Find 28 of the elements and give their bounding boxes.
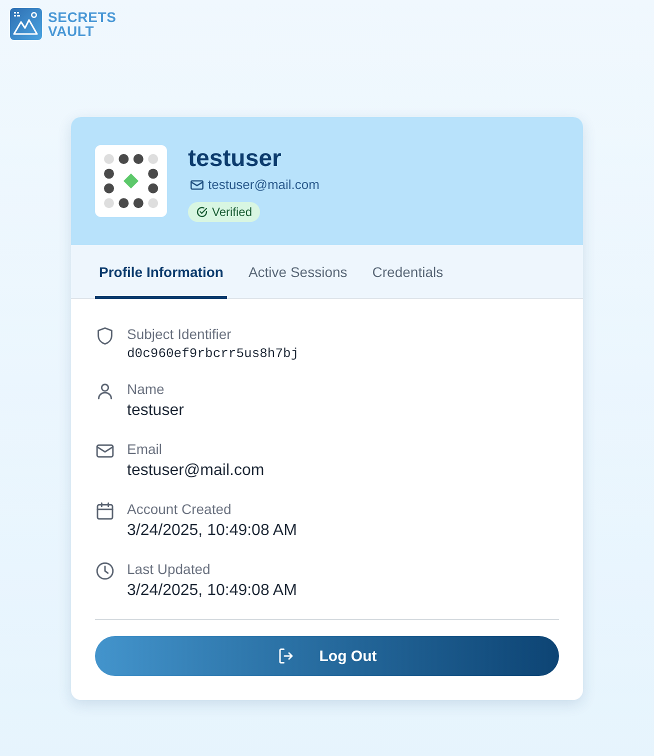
avatar-pattern-icon	[95, 145, 167, 217]
logo-mountain-icon	[10, 8, 42, 40]
clock-icon	[95, 561, 115, 581]
field-value: testuser@mail.com	[127, 461, 264, 481]
field-value: 3/24/2025, 10:49:08 AM	[127, 581, 297, 601]
field-label: Email	[127, 440, 164, 459]
field-label: Subject Identifier	[127, 325, 232, 344]
tab[interactable]: Credentials	[368, 245, 448, 299]
logo-text: SECRETS	[48, 10, 116, 24]
logout-button[interactable]: Log Out	[95, 636, 559, 676]
field-value: 3/24/2025, 10:49:08 AM	[127, 521, 297, 541]
shield-icon	[95, 326, 115, 346]
field-label: Last Updated	[127, 560, 212, 579]
field-label: Name	[127, 380, 166, 399]
field-value: d0c960ef9rbcrr5us8h7bj	[127, 345, 299, 363]
username-title: testuser	[188, 145, 282, 173]
tab[interactable]: Active Sessions	[244, 245, 352, 299]
tab[interactable]: Profile Information	[95, 245, 228, 299]
verified-badge: Verified	[188, 202, 260, 222]
mail-icon	[190, 178, 204, 192]
user-icon	[95, 381, 115, 401]
field-label: Account Created	[127, 500, 232, 519]
calendar-icon	[95, 501, 115, 521]
logo-text: VAULT	[48, 24, 96, 38]
field-value: testuser	[127, 401, 184, 421]
logout-icon	[277, 647, 296, 665]
user-email: testuser@mail.com	[208, 177, 320, 193]
check-circle-icon	[196, 206, 208, 218]
